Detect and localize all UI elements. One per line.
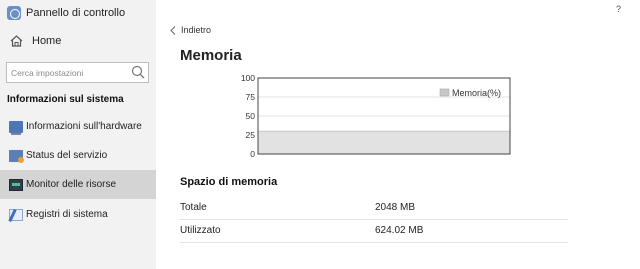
sidebar-item-resource-monitor[interactable]: Monitor delle risorse <box>0 170 156 199</box>
sidebar-item-system-logs[interactable]: Registri di sistema <box>0 200 156 229</box>
table-row: Utilizzato 624.02 MB <box>180 219 568 243</box>
home-icon <box>10 35 23 47</box>
sidebar-item-hardware-info[interactable]: Informazioni sull'hardware <box>0 112 156 141</box>
y-tick-label: 0 <box>250 149 255 159</box>
sidebar-item-label: Informazioni sull'hardware <box>26 121 142 132</box>
page-title: Memoria <box>180 47 242 64</box>
sidebar-item-label: Status del servizio <box>26 150 108 161</box>
memory-chart: 100 75 50 25 0 Memoria(%) <box>241 73 511 159</box>
legend-swatch <box>439 88 450 97</box>
service-icon <box>9 149 24 163</box>
legend-label: Memoria(%) <box>452 88 501 98</box>
log-icon <box>9 208 23 221</box>
storage-section-title: Spazio di memoria <box>180 176 278 188</box>
row-value-used: 624.02 MB <box>375 225 424 236</box>
row-label-total: Totale <box>180 202 207 213</box>
home-label: Home <box>32 35 62 47</box>
monitor-icon <box>9 178 23 191</box>
back-link[interactable]: Indietro <box>170 25 211 35</box>
section-title: Informazioni sul sistema <box>7 94 124 105</box>
sidebar: Pannello di controllo Home Informazioni … <box>0 0 156 269</box>
sidebar-item-label: Monitor delle risorse <box>26 179 117 190</box>
table-row: Totale 2048 MB <box>180 196 568 220</box>
row-label-used: Utilizzato <box>180 225 221 236</box>
back-label: Indietro <box>181 25 212 35</box>
sidebar-item-label: Registri di sistema <box>26 209 108 220</box>
help-button[interactable]: ? <box>616 4 621 14</box>
series-area <box>258 131 510 154</box>
search-input[interactable] <box>7 63 125 83</box>
y-tick-label: 50 <box>246 111 256 121</box>
home-link[interactable]: Home <box>10 32 61 50</box>
y-tick-label: 100 <box>241 73 255 83</box>
search-icon[interactable] <box>131 65 145 79</box>
row-value-total: 2048 MB <box>375 202 416 213</box>
app-title: Pannello di controllo <box>7 4 125 22</box>
sidebar-item-service-status[interactable]: Status del servizio <box>0 141 156 170</box>
app-title-label: Pannello di controllo <box>26 7 126 19</box>
control-panel-icon <box>7 6 21 20</box>
y-tick-label: 75 <box>246 92 256 102</box>
hardware-icon <box>9 120 23 135</box>
y-tick-label: 25 <box>246 130 256 140</box>
search-box <box>6 62 149 83</box>
chevron-left-icon <box>170 25 176 35</box>
